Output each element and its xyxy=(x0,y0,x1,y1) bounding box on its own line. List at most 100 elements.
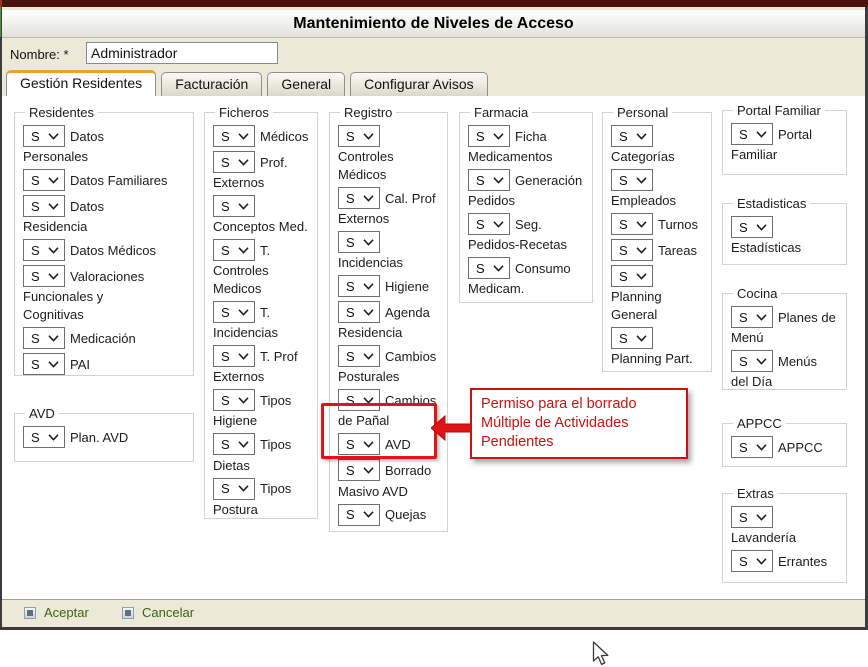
permission-item-controles-medicos: S Controles Médicos xyxy=(338,125,439,183)
select-seg-pedidos-recetas[interactable]: S xyxy=(468,213,510,235)
select-ficha-medicamentos[interactable]: S xyxy=(468,125,510,147)
permission-item-appcc: SAPPCC xyxy=(731,436,838,458)
select-conceptos-med[interactable]: S xyxy=(213,195,255,217)
name-input[interactable] xyxy=(86,42,278,64)
tab-facturacion[interactable]: Facturación xyxy=(161,72,262,96)
tab-general[interactable]: General xyxy=(267,72,345,96)
permission-label: Medicación xyxy=(70,331,136,346)
select-valoraciones-funcionales-y-cognitivas[interactable]: S xyxy=(23,265,65,287)
chevron-down-icon xyxy=(238,133,249,140)
cancel-button[interactable]: Cancelar xyxy=(122,605,194,620)
group-legend: Extras xyxy=(733,486,778,501)
select-cambios-posturales[interactable]: S xyxy=(338,345,380,367)
select-agenda-residencia[interactable]: S xyxy=(338,301,380,323)
group-legend: Farmacia xyxy=(470,105,532,120)
select-planes-de-menu[interactable]: S xyxy=(731,306,773,328)
select-errantes[interactable]: S xyxy=(731,550,773,572)
permission-item-estadisticas: S Estadísticas xyxy=(731,216,838,256)
select-datos-medicos[interactable]: S xyxy=(23,239,65,261)
select-datos-familiares[interactable]: S xyxy=(23,169,65,191)
permission-label: Datos Médicos xyxy=(70,243,156,258)
chevron-down-icon xyxy=(48,434,59,441)
select-value: S xyxy=(221,392,230,409)
select-tipos-dietas[interactable]: S xyxy=(213,433,255,455)
select-lavanderia[interactable]: S xyxy=(731,506,773,528)
select-pai[interactable]: S xyxy=(23,353,65,375)
select-tipos-higiene[interactable]: S xyxy=(213,389,255,411)
mouse-cursor-icon xyxy=(592,641,610,667)
permission-item-tipos-postura: STipos Postura xyxy=(213,478,309,518)
chevron-down-icon xyxy=(363,283,374,290)
chevron-down-icon xyxy=(493,133,504,140)
select-value: S xyxy=(31,429,40,446)
chevron-down-icon xyxy=(238,203,249,210)
select-cambios-de-panal[interactable]: S xyxy=(338,389,380,411)
select-avd[interactable]: S xyxy=(338,433,380,455)
select-generacion-pedidos[interactable]: S xyxy=(468,169,510,191)
select-value: S xyxy=(346,392,355,409)
permission-label: Turnos xyxy=(658,217,698,232)
permission-item-ficha-medicamentos: SFicha Medicamentos xyxy=(468,125,584,165)
select-cal-prof-externos[interactable]: S xyxy=(338,187,380,209)
chevron-down-icon xyxy=(238,397,249,404)
chevron-down-icon xyxy=(756,558,767,565)
select-quejas[interactable]: S xyxy=(338,504,380,526)
permission-item-cal-prof-externos: SCal. Prof Externos xyxy=(338,187,439,227)
select-t-controles-medicos[interactable]: S xyxy=(213,239,255,261)
select-controles-medicos[interactable]: S xyxy=(338,125,380,147)
select-appcc[interactable]: S xyxy=(731,436,773,458)
select-medicacion[interactable]: S xyxy=(23,327,65,349)
select-turnos[interactable]: S xyxy=(611,213,653,235)
select-value: S xyxy=(619,216,628,233)
select-value: S xyxy=(31,128,40,145)
chevron-down-icon xyxy=(238,309,249,316)
select-value: S xyxy=(346,348,355,365)
permission-label: Médicos xyxy=(260,129,308,144)
group-registro: RegistroS Controles MédicosSCal. Prof Ex… xyxy=(329,112,448,532)
permission-item-turnos: S Turnos xyxy=(611,213,703,235)
select-t-prof-externos[interactable]: S xyxy=(213,345,255,367)
chevron-down-icon xyxy=(636,273,647,280)
chevron-down-icon xyxy=(48,203,59,210)
chevron-down-icon xyxy=(756,314,767,321)
name-form-row: Nombre: * xyxy=(2,38,865,70)
select-datos-personales[interactable]: S xyxy=(23,125,65,147)
select-value: S xyxy=(739,509,748,526)
select-portal-familiar[interactable]: S xyxy=(731,123,773,145)
select-incidencias[interactable]: S xyxy=(338,231,380,253)
accept-button[interactable]: Aceptar xyxy=(24,605,89,620)
select-borrado-masivo-avd[interactable]: S xyxy=(338,459,380,481)
select-consumo-medicam[interactable]: S xyxy=(468,257,510,279)
select-estadisticas[interactable]: S xyxy=(731,216,773,238)
select-planning-part[interactable]: S xyxy=(611,327,653,349)
select-higiene[interactable]: S xyxy=(338,275,380,297)
permission-item-agenda-residencia: SAgenda Residencia xyxy=(338,301,439,341)
select-value: S xyxy=(221,436,230,453)
select-value: S xyxy=(476,216,485,233)
select-medicos[interactable]: S xyxy=(213,125,255,147)
permission-item-menus-del-dia: SMenús del Día xyxy=(731,350,838,390)
select-tipos-postura[interactable]: S xyxy=(213,478,255,500)
callout-line: Pendientes xyxy=(481,433,677,452)
select-categorias[interactable]: S xyxy=(611,125,653,147)
tab-gestion-residentes[interactable]: Gestión Residentes xyxy=(6,70,156,96)
select-value: S xyxy=(619,128,628,145)
permission-label: Plan. AVD xyxy=(70,430,128,445)
select-tareas[interactable]: S xyxy=(611,239,653,261)
select-value: S xyxy=(346,436,355,453)
select-menus-del-dia[interactable]: S xyxy=(731,350,773,372)
select-plan-avd[interactable]: S xyxy=(23,426,65,448)
permission-label: Empleados xyxy=(611,193,676,208)
select-value: S xyxy=(31,172,40,189)
tab-configurar-avisos[interactable]: Configurar Avisos xyxy=(350,72,487,96)
select-value: S xyxy=(619,242,628,259)
permission-label: Conceptos Med. xyxy=(213,219,308,234)
select-empleados[interactable]: S xyxy=(611,169,653,191)
select-planning-general[interactable]: S xyxy=(611,265,653,287)
select-t-incidencias[interactable]: S xyxy=(213,301,255,323)
permission-item-cambios-posturales: SCambios Posturales xyxy=(338,345,439,385)
name-label: Nombre: * xyxy=(10,47,69,62)
select-datos-residencia[interactable]: S xyxy=(23,195,65,217)
group-legend: Cocina xyxy=(733,286,781,301)
select-prof-externos[interactable]: S xyxy=(213,151,255,173)
